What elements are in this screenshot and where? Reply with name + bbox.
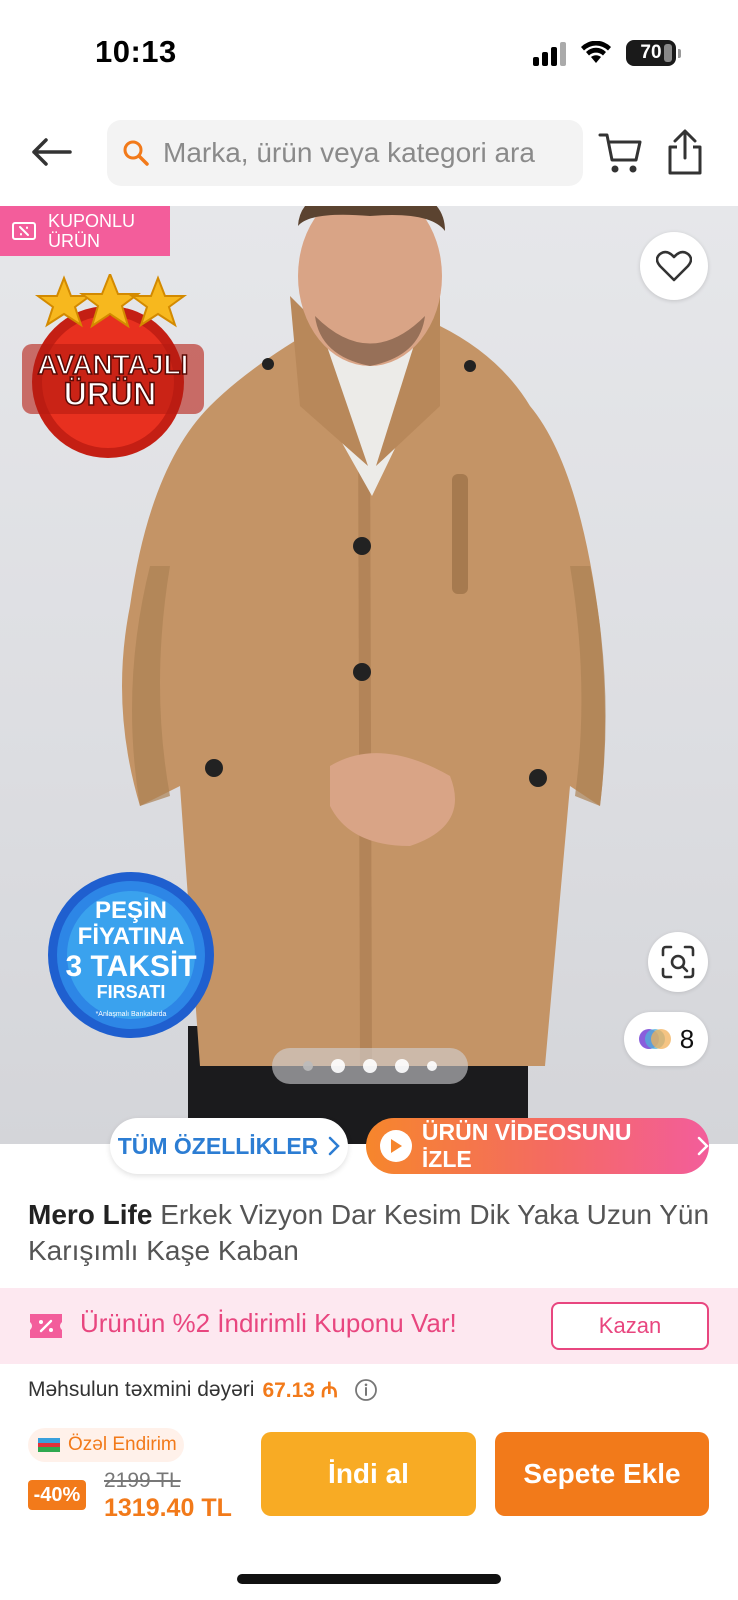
special-discount-label: Özəl Endirim [68, 1434, 177, 1455]
status-time: 10:13 [95, 34, 177, 69]
status-icons: 70 [533, 40, 681, 66]
special-discount-tag: Özəl Endirim [28, 1428, 184, 1462]
home-indicator [237, 1574, 501, 1584]
badge-pesin-line3: 3 TAKSİT [65, 950, 196, 983]
badge-pesin-line2: FİYATINA [78, 923, 185, 950]
badge-pesin-note: *Anlaşmalı Bankalarda [96, 1011, 167, 1018]
coupon-text: Ürünün %2 İndirimli Kuponu Var! [80, 1308, 457, 1338]
coupon-tag-line2: ÜRÜN [48, 231, 100, 251]
advantageous-product-badge: AVANTAJLI ÜRÜN [22, 274, 204, 458]
battery-icon: 70 [626, 40, 681, 66]
buy-now-button[interactable]: İndi al [261, 1432, 476, 1516]
chevron-right-icon [697, 1136, 709, 1156]
pager-dot [303, 1061, 313, 1071]
image-pager [272, 1048, 468, 1084]
product-brand[interactable]: Mero Life [28, 1199, 152, 1230]
search-box[interactable] [107, 120, 583, 186]
search-icon [123, 140, 149, 166]
badge-avantaj-line2: ÜRÜN [64, 376, 156, 412]
cellular-signal-icon [533, 40, 566, 66]
info-icon[interactable] [354, 1378, 378, 1402]
wifi-icon [581, 41, 611, 63]
back-button[interactable] [26, 130, 76, 174]
pager-dot-active [395, 1059, 409, 1073]
color-count: 8 [679, 1023, 695, 1054]
favorite-button[interactable] [640, 232, 708, 300]
coupon-tag-line1: KUPONLU [48, 211, 136, 231]
estimated-value-label: Məhsulun təxmini dəyəri [28, 1378, 255, 1401]
estimated-value-row: Məhsulun təxmini dəyəri 67.13 ₼ [28, 1376, 378, 1404]
share-button[interactable] [662, 128, 708, 176]
all-features-label: TÜM ÖZELLİKLER [117, 1132, 319, 1159]
pager-dot [363, 1059, 377, 1073]
header [0, 118, 738, 188]
color-options-button[interactable]: 8 [624, 1012, 708, 1066]
cart-icon [598, 133, 642, 173]
arrow-left-icon [32, 138, 72, 166]
discount-badge: -40% [28, 1480, 86, 1510]
installment-badge: PEŞİN FİYATINA 3 TAKSİT FIRSATI *Anlaşma… [48, 872, 214, 1038]
coupon-banner: Ürünün %2 İndirimli Kuponu Var! Kazan [0, 1288, 738, 1364]
badge-pesin-line4: FIRSATI [97, 982, 166, 1002]
camera-scan-icon [661, 945, 695, 979]
add-to-cart-button[interactable]: Sepete Ekle [495, 1432, 709, 1516]
share-icon [668, 129, 702, 175]
badge-pesin-line1: PEŞİN [95, 897, 167, 924]
product-title: Mero Life Erkek Vizyon Dar Kesim Dik Yak… [28, 1197, 718, 1269]
play-icon [380, 1130, 412, 1162]
coupon-product-tag: KUPONLU ÜRÜN [0, 206, 170, 256]
all-features-button[interactable]: TÜM ÖZELLİKLER [110, 1118, 348, 1174]
coupon-ticket-icon [30, 1314, 62, 1338]
coupon-icon [12, 222, 36, 240]
claim-coupon-button[interactable]: Kazan [551, 1302, 709, 1350]
product-image-carousel[interactable]: KUPONLU ÜRÜN AVANTAJLI ÜRÜN PEŞİN FİYATI… [0, 206, 738, 1144]
status-bar: 10:13 70 [0, 0, 738, 108]
watch-video-label: ÜRÜN VİDEOSUNU İZLE [421, 1119, 632, 1172]
pager-dot [331, 1059, 345, 1073]
watch-video-button[interactable]: ÜRÜN VİDEOSUNU İZLE [366, 1118, 709, 1174]
color-palette-icon [638, 1029, 671, 1049]
estimated-value-amount: 67.13 ₼ [262, 1379, 338, 1402]
visual-search-button[interactable] [648, 932, 708, 992]
cart-button[interactable] [598, 130, 644, 176]
heart-icon [656, 250, 692, 282]
battery-level: 70 [640, 42, 662, 63]
flag-icon [38, 1438, 60, 1453]
new-price: 1319.40 TL [104, 1494, 232, 1522]
chevron-right-icon [329, 1136, 341, 1156]
old-price: 2199 TL [104, 1469, 181, 1492]
search-input[interactable] [163, 137, 583, 169]
pager-dot [427, 1061, 437, 1071]
